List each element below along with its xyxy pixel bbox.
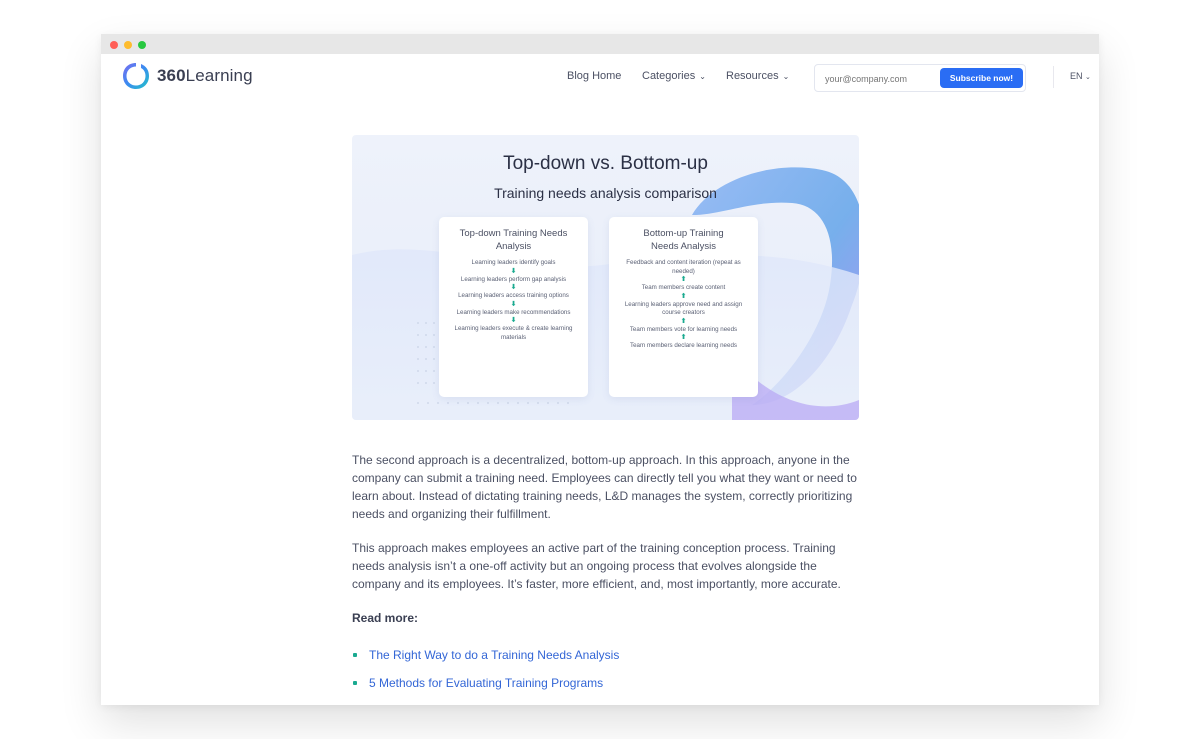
site-header: 360Learning Blog Home Categories ⌄ Resour… [101,54,1099,102]
maximize-window-button[interactable] [138,41,146,49]
step-text: Learning leaders make recommendations [456,308,571,316]
nav-blog-home[interactable]: Blog Home [567,70,621,82]
step-text: Team members declare learning needs [630,342,737,349]
chevron-down-icon: ⌄ [1085,74,1091,81]
article-hero-image: Top-down vs. Bottom-up Training needs an… [352,135,859,420]
step-text: Learning leaders access training options [458,292,569,299]
chevron-down-icon: ⌄ [699,72,706,81]
list-item: The Right Way to do a Training Needs Ana… [352,641,860,669]
step-text: Learning leaders identify goals [471,259,556,266]
nav-resources[interactable]: Resources ⌄ [726,70,789,82]
close-window-button[interactable] [110,41,118,49]
subscribe-form: Subscribe now! [814,64,1026,92]
paragraph: This approach makes employees an active … [352,541,841,591]
article-body: The second approach is a decentralized, … [352,451,860,697]
brand-name: 360Learning [157,66,253,85]
arrow-up-icon: ⬆ [680,317,687,325]
browser-titlebar [101,34,1099,54]
paragraph: The second approach is a decentralized, … [352,453,857,521]
arrow-down-icon: ⬇ [510,284,517,291]
step-text: Learning leaders approve need and assign… [624,300,743,317]
top-down-steps: Learning leaders identify goals ⬇ Learni… [439,259,588,342]
step-text: Learning leaders perform gap analysis [460,275,567,283]
arrow-up-icon: ⬆ [680,334,687,341]
browser-window: 360Learning Blog Home Categories ⌄ Resour… [101,34,1099,705]
read-more-heading: Read more: [352,611,419,625]
chevron-down-icon: ⌄ [782,72,790,81]
bullet-icon [353,653,357,657]
arrow-down-icon: ⬇ [510,317,517,324]
hero-title: Top-down vs. Bottom-up [503,153,708,174]
top-down-card: Top-down Training Needs Analysis Learnin… [439,217,588,397]
language-selector[interactable]: EN ⌄ [1070,71,1091,81]
language-label: EN [1070,71,1083,81]
card-title: Bottom-up Training Needs Analysis [643,228,724,252]
arrow-up-icon: ⬆ [680,292,687,300]
bullet-icon [353,681,357,685]
nav-categories[interactable]: Categories ⌄ [642,70,706,82]
step-text: Team members create content [641,284,726,291]
nav-resources-label: Resources [726,70,779,82]
step-text: Learning leaders execute & create learni… [454,325,573,341]
bottom-up-card: Bottom-up Training Needs Analysis Feedba… [609,217,758,397]
email-field[interactable] [823,70,939,88]
read-more-link[interactable]: The Right Way to do a Training Needs Ana… [369,646,619,664]
nav-categories-label: Categories [642,70,696,82]
bottom-up-steps: Feedback and content iteration (repeat a… [609,259,758,351]
hero-subtitle: Training needs analysis comparison [494,185,717,201]
360learning-ring-logo-icon [123,63,149,89]
arrow-down-icon: ⬇ [510,300,517,308]
site-logo[interactable]: 360Learning [120,60,253,92]
list-item: 5 Methods for Evaluating Training Progra… [352,669,860,697]
card-title: Top-down Training Needs Analysis [459,228,568,252]
arrow-down-icon: ⬇ [510,267,517,275]
nav-divider [1053,66,1054,88]
read-more-list: The Right Way to do a Training Needs Ana… [352,641,860,697]
read-more-link[interactable]: 5 Methods for Evaluating Training Progra… [369,674,603,692]
step-text: Feedback and content iteration (repeat a… [626,259,741,275]
step-text: Team members vote for learning needs [629,325,738,333]
arrow-up-icon: ⬆ [680,276,687,283]
minimize-window-button[interactable] [124,41,132,49]
subscribe-button[interactable]: Subscribe now! [940,68,1023,88]
hero-background-shapes [352,167,859,420]
